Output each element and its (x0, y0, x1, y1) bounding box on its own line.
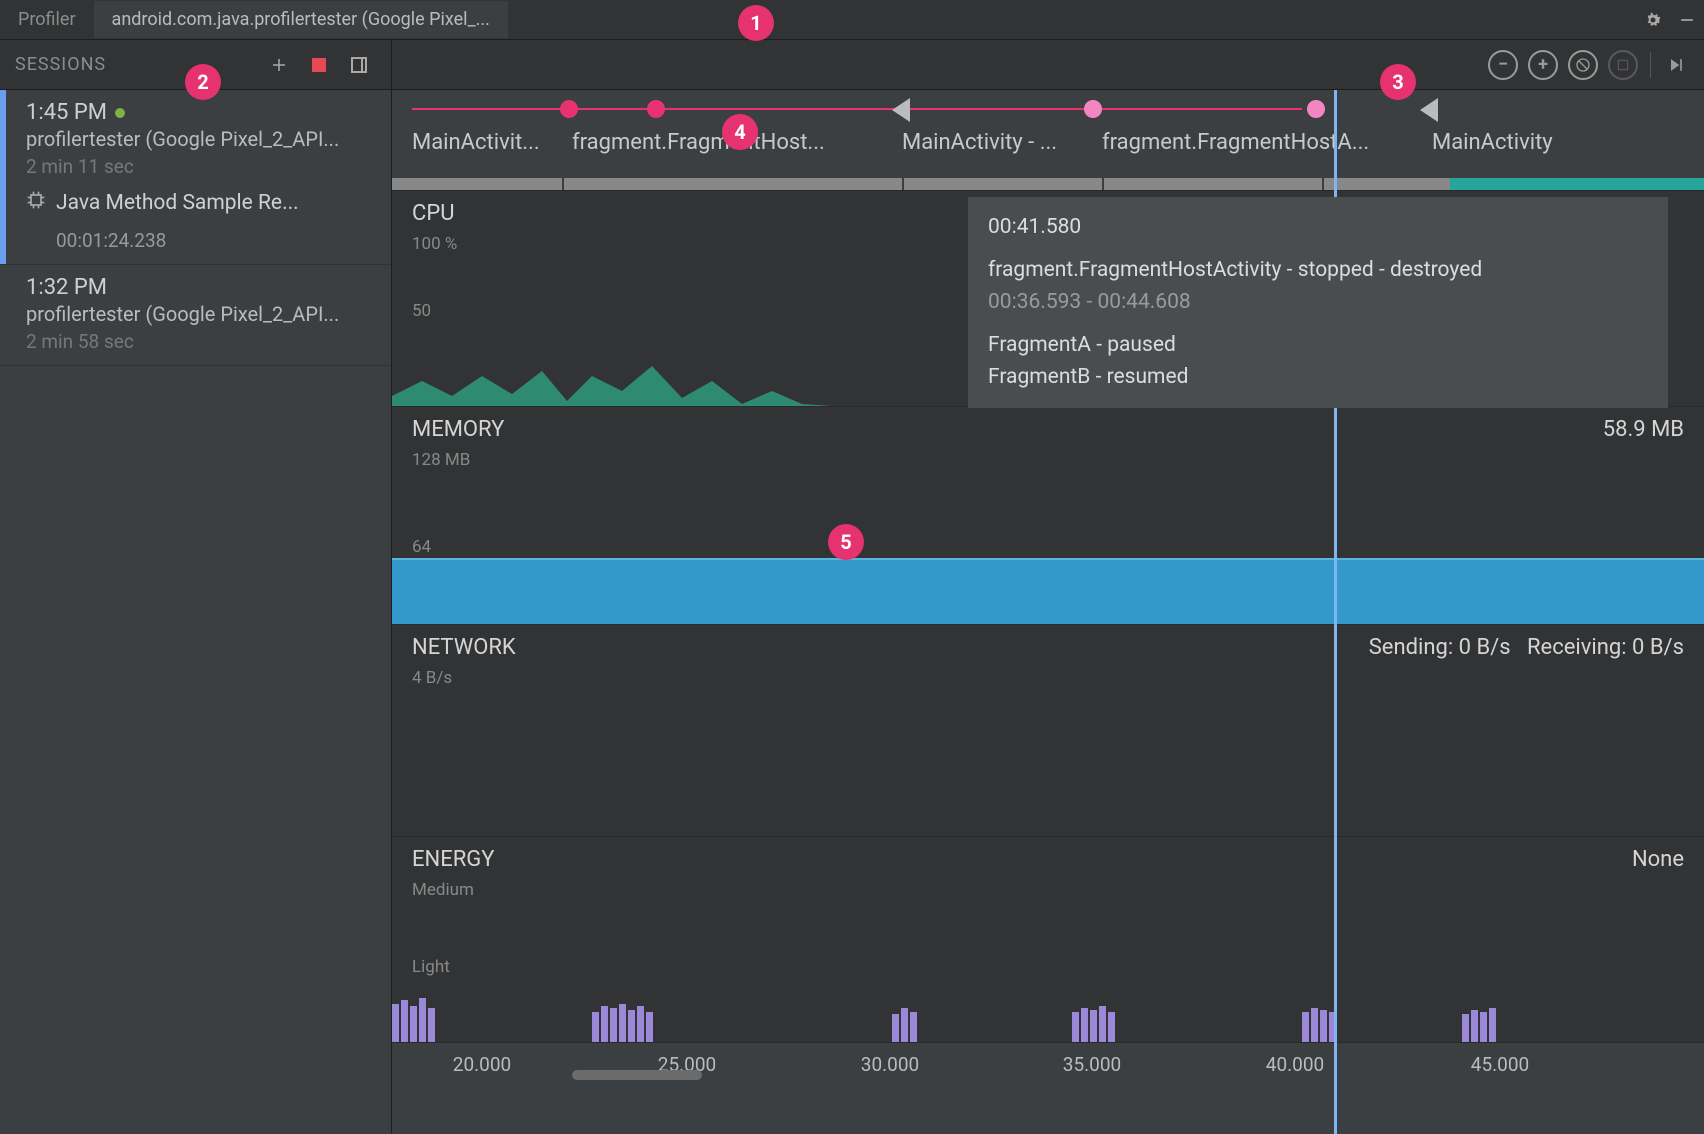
network-title: NETWORK (412, 635, 516, 660)
session-item[interactable]: 1:45 PM profilertester (Google Pixel_2_A… (0, 90, 391, 265)
sessions-panel: SESSIONS 1:45 PM profilertester (Google … (0, 40, 392, 1134)
tooltip-range: 00:36.593 - 00:44.608 (988, 286, 1648, 319)
live-indicator-icon (115, 108, 125, 118)
zoom-out-button[interactable]: − (1488, 50, 1518, 80)
energy-scale-top: Medium (412, 880, 1684, 900)
network-sending: Sending: 0 B/s (1369, 635, 1511, 660)
cpu-icon (26, 190, 46, 215)
session-name: profilertester (Google Pixel_2_API... (26, 127, 376, 151)
touch-event-icon (560, 100, 578, 118)
gear-icon[interactable] (1636, 3, 1670, 37)
time-axis[interactable]: 20.000 25.000 30.000 35.000 40.000 45.00… (392, 1042, 1704, 1082)
network-scale: 4 B/s (412, 668, 1684, 688)
timeline-panel: − + MainAc (392, 40, 1704, 1134)
recording-elapsed: 00:01:24.238 (56, 229, 166, 252)
activity-label: fragment.FragmentHostA... (1102, 130, 1432, 155)
tooltip-fragment-b: FragmentB - resumed (988, 361, 1648, 394)
back-event-icon (892, 98, 910, 122)
session-item[interactable]: 1:32 PM profilertester (Google Pixel_2_A… (0, 265, 391, 366)
stop-session-button[interactable] (302, 48, 336, 82)
cpu-chart[interactable]: CPU 100 % 50 00:41.580 fragment.Fragment… (392, 190, 1704, 406)
reset-zoom-button[interactable] (1568, 50, 1598, 80)
jump-to-live-button[interactable] (1663, 55, 1689, 75)
activity-label: MainActivity (1432, 130, 1688, 155)
activity-label: MainActivity - ... (902, 130, 1102, 155)
axis-tick: 20.000 (453, 1053, 511, 1076)
sessions-label: SESSIONS (15, 54, 106, 75)
energy-title: ENERGY (412, 847, 494, 872)
tooltip-time: 00:41.580 (988, 211, 1648, 244)
timeline-toolbar: − + (392, 40, 1704, 90)
callout-5: 5 (828, 524, 864, 560)
event-timeline[interactable]: MainActivit... fragment.FragmentHost... … (392, 90, 1704, 178)
activity-label: MainActivit... (412, 130, 572, 155)
panel-icon (351, 57, 367, 73)
session-name: profilertester (Google Pixel_2_API... (26, 302, 376, 326)
overview-scrollbar[interactable] (392, 178, 1704, 190)
callout-2: 2 (185, 64, 221, 100)
memory-fill (392, 560, 1704, 624)
memory-scale-top: 128 MB (412, 450, 1684, 470)
zoom-selection-button[interactable] (1608, 50, 1638, 80)
minimize-icon[interactable] (1670, 3, 1704, 37)
back-event-icon (1420, 98, 1438, 122)
axis-tick: 35.000 (1063, 1053, 1121, 1076)
tooltip-fragment-a: FragmentA - paused (988, 329, 1648, 362)
network-receiving: Receiving: 0 B/s (1527, 635, 1684, 660)
energy-value: None (1632, 847, 1684, 872)
memory-scale-mid: 64 (412, 537, 431, 557)
axis-tick: 40.000 (1266, 1053, 1324, 1076)
axis-tick: 45.000 (1471, 1053, 1529, 1076)
touch-event-icon (1307, 100, 1325, 118)
tooltip-activity: fragment.FragmentHostActivity - stopped … (988, 254, 1648, 287)
horizontal-scrollbar[interactable] (572, 1070, 702, 1080)
new-session-button[interactable] (262, 48, 296, 82)
axis-tick: 30.000 (861, 1053, 919, 1076)
callout-1: 1 (738, 5, 774, 41)
zoom-in-button[interactable]: + (1528, 50, 1558, 80)
toggle-panel-button[interactable] (342, 48, 376, 82)
session-duration: 2 min 11 sec (26, 155, 376, 178)
network-chart[interactable]: NETWORK Sending: 0 B/s Receiving: 0 B/s … (392, 624, 1704, 836)
app-process-tab[interactable]: android.com.java.profilertester (Google … (94, 1, 508, 38)
memory-chart[interactable]: MEMORY 58.9 MB 128 MB 64 (392, 406, 1704, 624)
memory-value: 58.9 MB (1603, 417, 1684, 442)
callout-3: 3 (1380, 64, 1416, 100)
session-duration: 2 min 58 sec (26, 330, 376, 353)
cpu-title: CPU (412, 201, 454, 226)
cpu-scale-mid: 50 (412, 301, 431, 321)
touch-event-icon (647, 100, 665, 118)
callout-4: 4 (722, 114, 758, 150)
title-bar: Profiler android.com.java.profilertester… (0, 0, 1704, 40)
touch-event-icon (1084, 100, 1102, 118)
session-time: 1:45 PM (26, 100, 107, 125)
profiler-tab[interactable]: Profiler (0, 1, 94, 38)
session-time: 1:32 PM (26, 275, 107, 300)
energy-bars (392, 972, 1704, 1042)
event-tooltip: 00:41.580 fragment.FragmentHostActivity … (968, 197, 1668, 408)
memory-title: MEMORY (412, 417, 504, 442)
recording-title: Java Method Sample Re... (56, 191, 299, 215)
recording-item[interactable]: Java Method Sample Re... (26, 190, 376, 215)
energy-chart[interactable]: ENERGY None Medium Light (392, 836, 1704, 1042)
